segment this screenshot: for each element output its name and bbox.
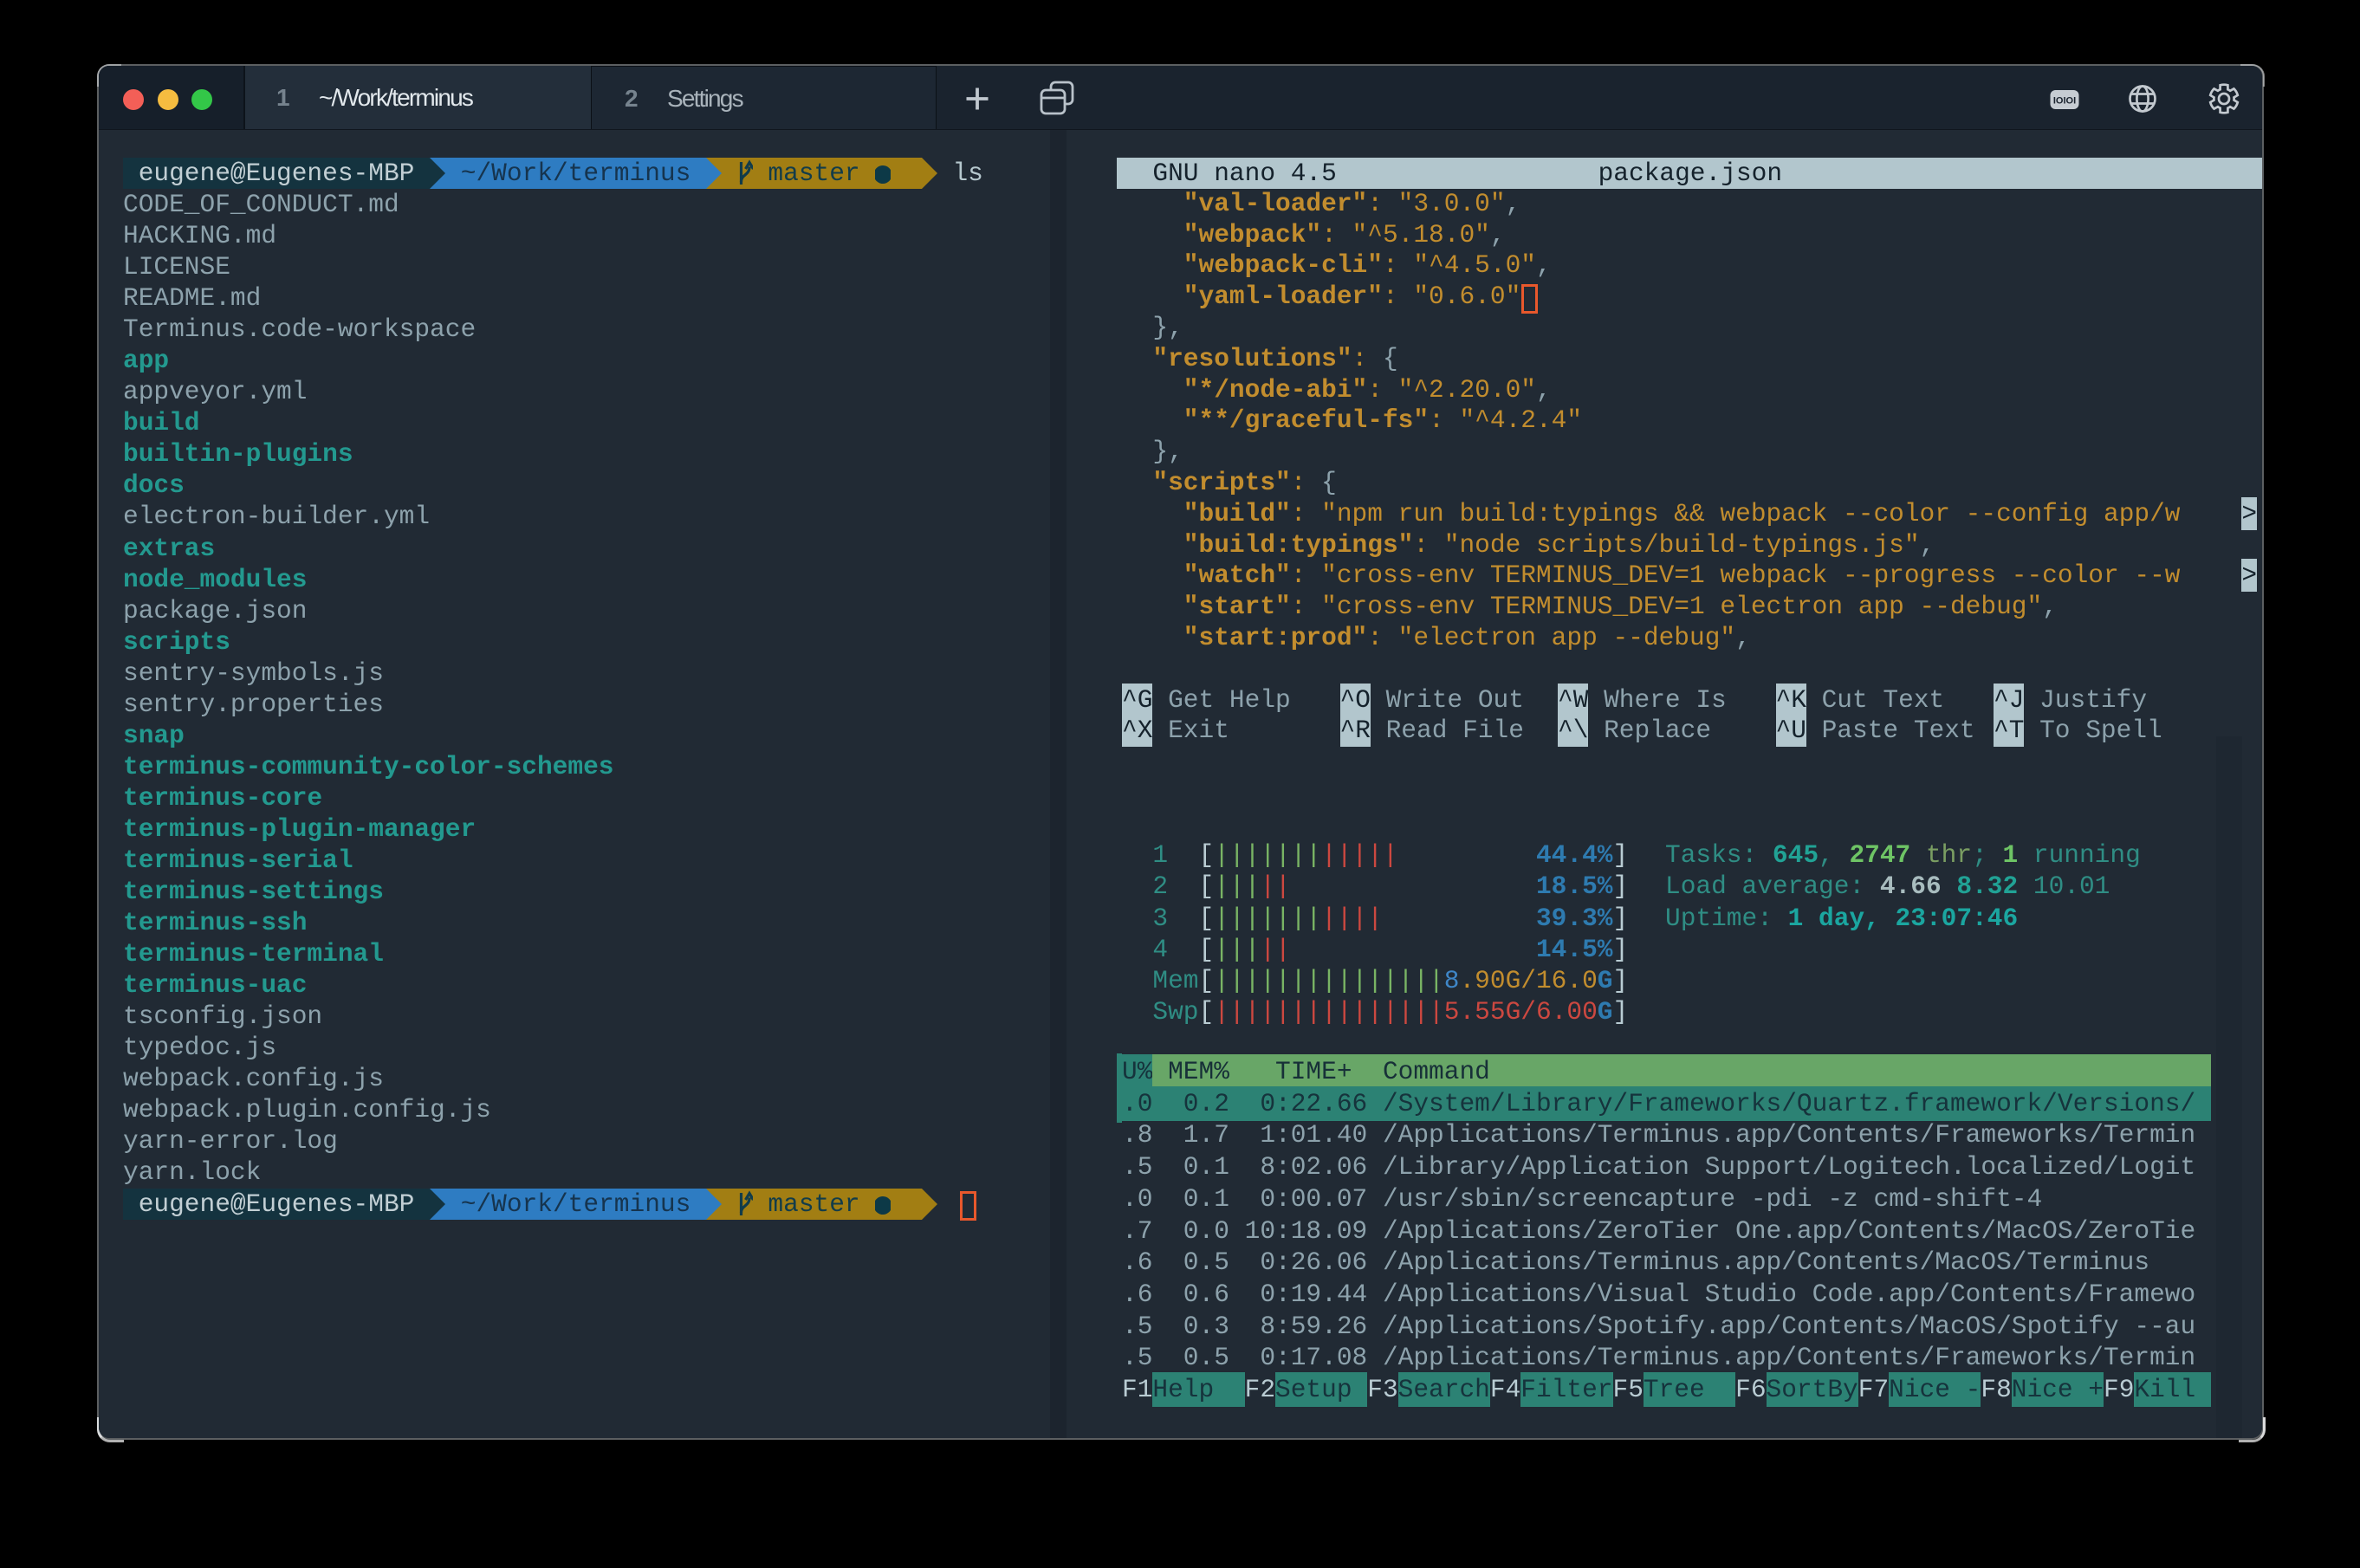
svg-text:IOIOI: IOIOI	[2053, 96, 2076, 107]
